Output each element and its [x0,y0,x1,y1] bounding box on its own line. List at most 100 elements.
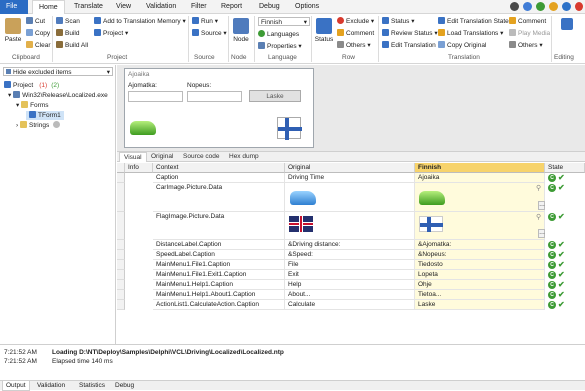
paste-button[interactable]: Paste [3,18,23,43]
play-icon [192,17,199,24]
tab-options[interactable]: Options [289,0,325,14]
row-others-button[interactable]: Others ▾ [337,41,371,50]
play-media-button[interactable]: Play Media [509,29,550,38]
row-gutter[interactable] [117,240,125,250]
edit-state-button[interactable]: Edit Translation State [438,17,509,26]
row-gutter[interactable] [117,290,125,300]
tree-forms-node[interactable]: ▾ Forms [16,101,49,110]
tree-strings-node[interactable]: › Strings [16,121,62,130]
source-button[interactable]: Source ▾ [192,29,227,38]
help-icon[interactable] [510,2,519,11]
speed-input[interactable] [187,91,242,102]
row-gutter[interactable] [117,260,125,270]
link-icon[interactable]: ⚲ [536,213,541,221]
build-button[interactable]: Build [56,29,79,38]
add-to-tm-button[interactable]: Add to Translation Memory ▾ [94,17,186,26]
tree-filter-select[interactable]: Hide excluded items ▾ [3,67,113,76]
cell-context: MainMenu1.Help1.Caption [153,280,285,290]
tab-source-code[interactable]: Source code [179,152,224,162]
tab-hex-dump[interactable]: Hex dump [225,152,263,162]
row-gutter[interactable] [117,250,125,260]
load-translations-button[interactable]: Load Translations ▾ [438,29,503,38]
cell-finnish[interactable]: Laske [415,300,545,310]
header-state[interactable]: State [545,163,585,173]
header-finnish[interactable]: Finnish [415,163,545,173]
clear-button[interactable]: Clear [26,41,51,50]
info-icon[interactable] [562,2,571,11]
row-gutter[interactable] [117,173,125,183]
globe-icon[interactable] [523,2,532,11]
node-button[interactable]: Node [231,18,251,43]
translation-grid: Info Context Original Finnish State Capt… [117,163,585,343]
header-info[interactable]: Info [125,163,153,173]
row-gutter[interactable] [117,270,125,280]
translation-status-button[interactable]: Status ▾ [382,17,415,26]
cell-finnish[interactable]: Tiedosto [415,260,545,270]
state-icon: C [548,271,556,279]
tab-report[interactable]: Report [215,0,248,14]
cell-finnish[interactable]: &Nopeus: [415,250,545,260]
calculate-button[interactable]: Laske [249,90,301,102]
cell-finnish[interactable]: Lopeta [415,270,545,280]
header-original[interactable]: Original [285,163,415,173]
car-image [130,121,156,135]
copy-button[interactable]: Copy [26,29,50,38]
build-all-button[interactable]: Build All [56,41,88,50]
edit-translation-button[interactable]: Edit Translation [382,41,436,50]
tab-file[interactable]: File [0,0,28,14]
cut-button[interactable]: Cut [26,17,45,26]
tree-exe-node[interactable]: ▾ Win32\Release\Localized.exe [8,91,108,100]
ellipsis-button[interactable]: … [538,201,545,210]
output-message: Loading D:\NT\Deploy\Samples\Delphi\VCL\… [52,349,284,356]
language-select[interactable]: Finnish ▾ [258,17,310,26]
output-time: 7:21:52 AM [4,349,37,356]
tree-form1-node[interactable]: TForm1 [26,111,64,120]
review-status-button[interactable]: Review Status ▾ [382,29,438,38]
project-button[interactable]: Project ▾ [94,29,128,38]
ellipsis-button[interactable]: … [538,229,545,238]
row-status-button[interactable]: Status [314,18,334,43]
cell-original: Help [285,280,415,290]
bulb-icon[interactable] [549,2,558,11]
header-context[interactable]: Context [153,163,285,173]
cell-finnish[interactable]: &Ajomatka: [415,240,545,250]
properties-button[interactable]: Properties ▾ [258,42,302,51]
languages-button[interactable]: Languages [258,30,299,39]
cell-context: SpeedLabel.Caption [153,250,285,260]
row-gutter[interactable] [117,183,125,212]
cell-finnish[interactable]: Ohje [415,280,545,290]
tab-debug[interactable]: Debug [253,0,286,14]
exclude-button[interactable]: Exclude ▾ [337,17,374,26]
copy-original-button[interactable]: Copy Original [438,41,486,50]
run-button[interactable]: Run ▾ [192,17,218,26]
tree-project-node[interactable]: Project (1) (2) [4,81,59,90]
cell-original: About... [285,290,415,300]
editing-button[interactable] [557,18,577,32]
row-gutter[interactable] [117,300,125,310]
cell-finnish[interactable]: Ajoaika [415,173,545,183]
tab-visual[interactable]: Visual [119,152,147,162]
row-comment-button[interactable]: Comment [337,29,374,38]
cell-original: &Driving distance: [285,240,415,250]
source-icon [192,29,199,36]
row-gutter[interactable] [117,212,125,240]
uk-flag-image [289,216,313,232]
leaf-icon[interactable] [536,2,545,11]
tab-filter[interactable]: Filter [185,0,213,14]
tab-original[interactable]: Original [147,152,177,162]
scan-button[interactable]: Scan [56,17,80,26]
alert-icon[interactable] [575,2,583,11]
scan-icon [56,17,63,24]
row-gutter[interactable] [117,280,125,290]
group-project-label: Project [107,54,128,61]
translation-others-button[interactable]: Others ▾ [509,41,543,50]
cell-finnish[interactable]: Tietoa... [415,290,545,300]
tab-validation[interactable]: Validation [140,0,182,14]
tab-translate[interactable]: Translate [68,0,109,14]
tab-view[interactable]: View [110,0,137,14]
link-icon[interactable]: ⚲ [536,184,541,192]
review-icon [382,29,389,36]
distance-input[interactable] [128,91,183,102]
tab-home[interactable]: Home [32,0,65,15]
translation-comment-button[interactable]: Comment [509,17,546,26]
